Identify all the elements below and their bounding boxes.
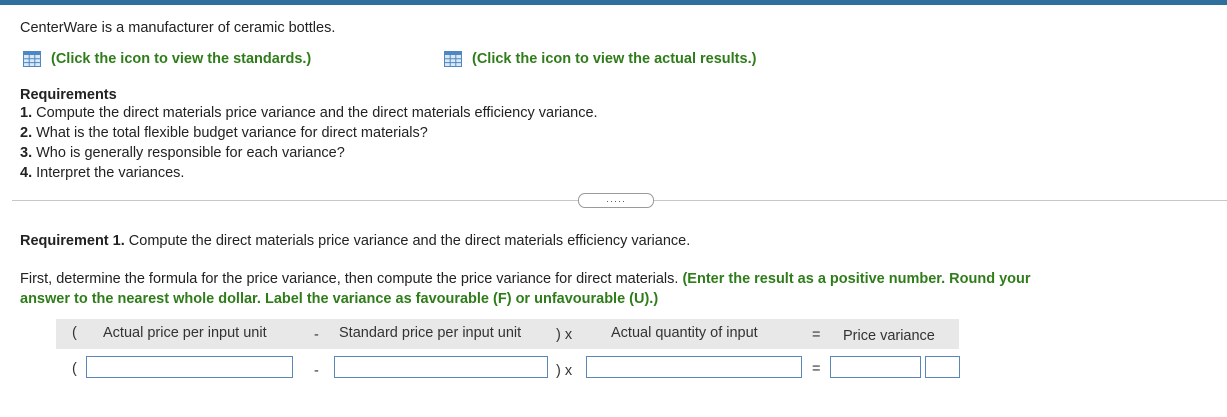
requirements-title: Requirements bbox=[20, 87, 117, 103]
view-actual-results-label[interactable]: (Click the icon to view the actual resul… bbox=[472, 51, 756, 67]
input-equals: = bbox=[812, 361, 821, 377]
formula-open-paren: ( bbox=[72, 325, 77, 341]
requirements-block: Requirements 1. Compute the direct mater… bbox=[20, 87, 598, 183]
table-grid-icon[interactable] bbox=[23, 51, 41, 67]
actual-price-input[interactable] bbox=[86, 356, 293, 378]
requirement-item: 4. Interpret the variances. bbox=[20, 165, 185, 181]
formula-standard-price-label: Standard price per input unit bbox=[339, 325, 522, 341]
top-accent-bar bbox=[0, 0, 1227, 5]
input-minus: - bbox=[314, 363, 319, 379]
formula-actual-price-label: Actual price per input unit bbox=[103, 325, 267, 341]
requirement-item: 3. Who is generally responsible for each… bbox=[20, 145, 345, 161]
formula-minus: - bbox=[314, 327, 319, 343]
formula-price-variance-label: Price variance bbox=[843, 328, 935, 344]
view-standards-link[interactable]: (Click the icon to view the standards.) bbox=[23, 51, 311, 67]
formula-close-times: ) x bbox=[556, 327, 573, 343]
expand-collapse-handle[interactable]: ····· bbox=[578, 193, 654, 208]
standard-price-input[interactable] bbox=[334, 356, 548, 378]
intro-text: CenterWare is a manufacturer of ceramic … bbox=[20, 20, 336, 36]
table-grid-icon[interactable] bbox=[444, 51, 462, 67]
formula-actual-qty-label: Actual quantity of input bbox=[611, 325, 758, 341]
price-variance-amount-input[interactable] bbox=[830, 356, 921, 378]
formula-equals: = bbox=[812, 327, 821, 343]
input-close-times: ) x bbox=[556, 363, 573, 379]
instructions: First, determine the formula for the pri… bbox=[20, 271, 1031, 307]
view-actual-results-link[interactable]: (Click the icon to view the actual resul… bbox=[444, 51, 756, 67]
price-variance-label-input[interactable] bbox=[925, 356, 960, 378]
actual-quantity-input[interactable] bbox=[586, 356, 802, 378]
input-open-paren: ( bbox=[72, 361, 77, 377]
requirement-item: 1. Compute the direct materials price va… bbox=[20, 105, 598, 121]
requirement-item: 2. What is the total flexible budget var… bbox=[20, 125, 428, 141]
requirement-1-heading: Requirement 1. Compute the direct materi… bbox=[20, 233, 691, 249]
view-standards-label[interactable]: (Click the icon to view the standards.) bbox=[51, 51, 311, 67]
